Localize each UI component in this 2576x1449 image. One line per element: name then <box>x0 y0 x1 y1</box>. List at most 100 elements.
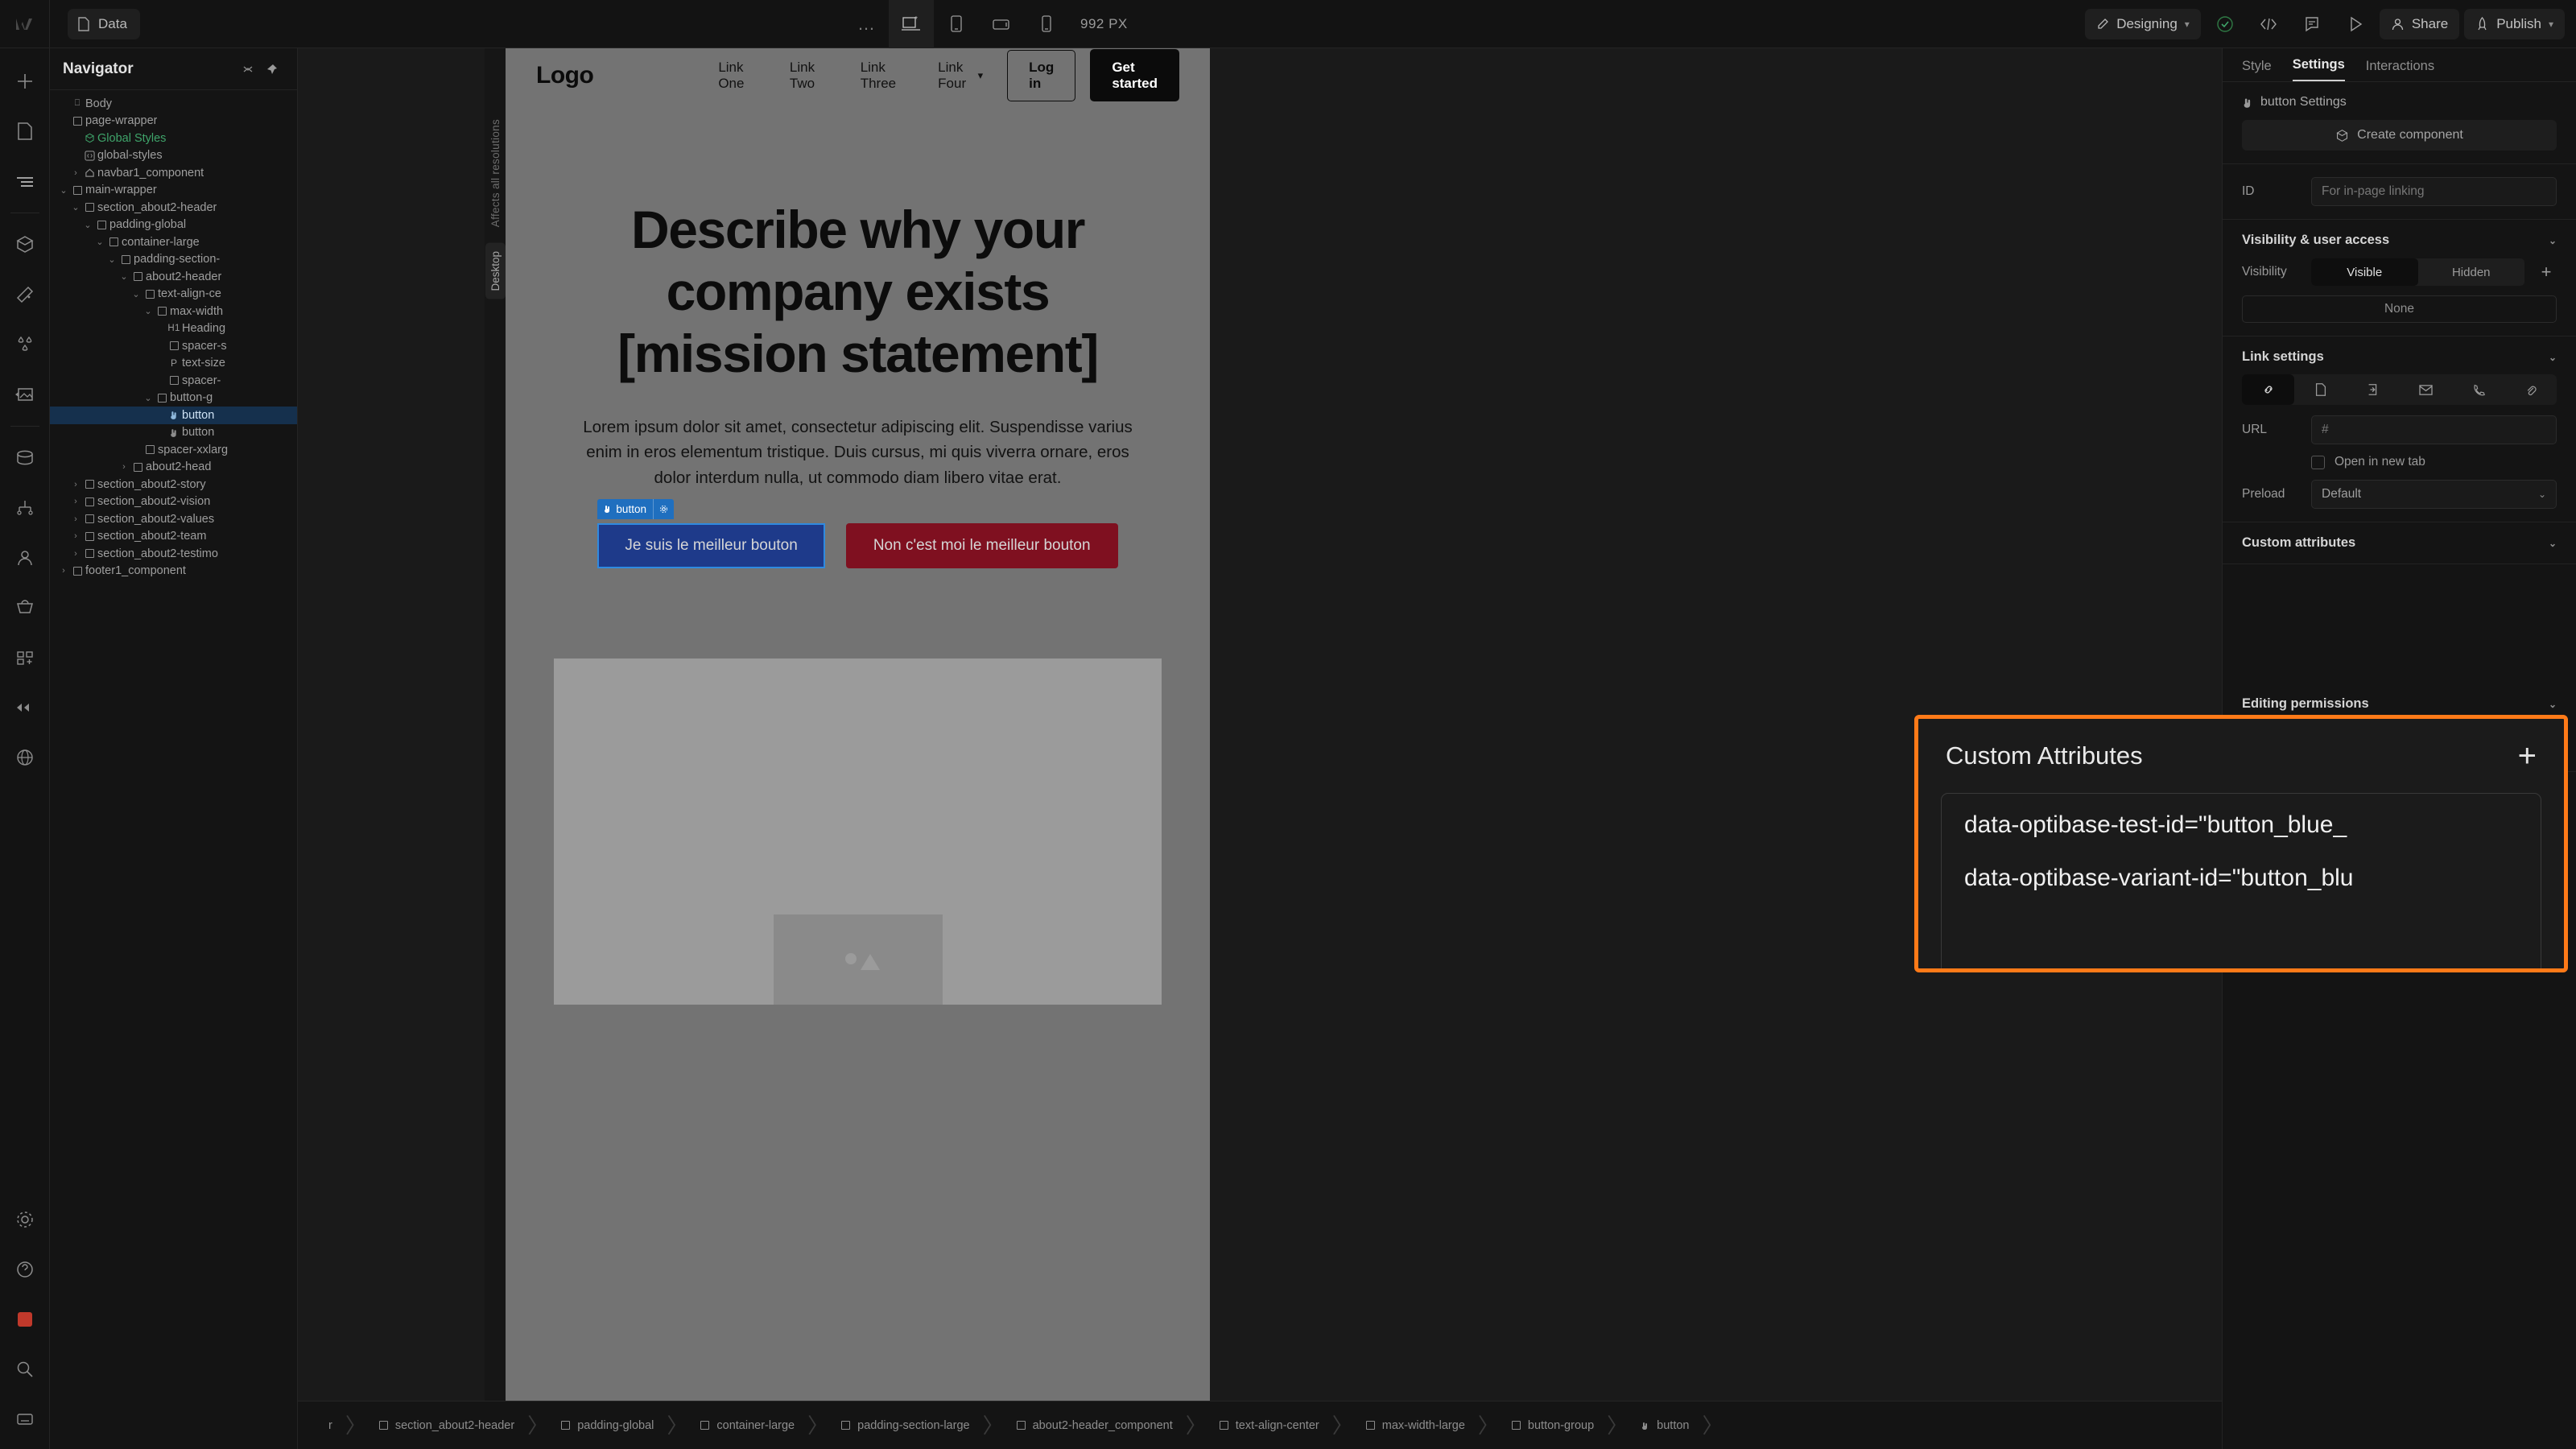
add-visibility-condition-icon[interactable]: + <box>2536 262 2557 283</box>
visibility-section-header[interactable]: Visibility & user access ⌄ <box>2242 233 2557 248</box>
navigator-item-body[interactable]: ⎕ Body <box>50 95 297 113</box>
navigator-item-page-wrapper[interactable]: page-wrapper <box>50 113 297 130</box>
navigator-item-global-styles[interactable]: global-styles <box>50 147 297 165</box>
tree-caret-icon[interactable]: ⌄ <box>70 202 81 213</box>
tree-caret-icon[interactable]: ⌄ <box>130 289 142 299</box>
navigator-item-section-about2-story[interactable]: › section_about2-story <box>50 476 297 493</box>
audit-icon[interactable] <box>0 683 50 733</box>
navigator-item-button[interactable]: button <box>50 407 297 424</box>
tree-caret-icon[interactable]: › <box>70 549 81 559</box>
assets-image-icon[interactable] <box>0 369 50 419</box>
link-type-selector[interactable] <box>2242 374 2557 405</box>
navigator-item-section-about2-header[interactable]: ⌄ section_about2-header <box>50 199 297 217</box>
pages-icon[interactable] <box>0 106 50 156</box>
navigator-item-container-large[interactable]: ⌄ container-large <box>50 233 297 251</box>
navigator-item-section-about2-testimo[interactable]: › section_about2-testimo <box>50 545 297 563</box>
apps-icon[interactable] <box>0 633 50 683</box>
webflow-logo[interactable] <box>0 0 50 48</box>
settings-gear-icon[interactable] <box>0 1195 50 1245</box>
link-file-icon[interactable] <box>2504 374 2557 405</box>
navigator-tree[interactable]: ⎕ Body page-wrapper Global Styles global-sty… <box>50 90 297 580</box>
logic-icon[interactable] <box>0 483 50 533</box>
tree-caret-icon[interactable]: ⌄ <box>142 393 154 403</box>
navigator-item-about2-head[interactable]: › about2-head <box>50 459 297 477</box>
navigator-item-section-about2-values[interactable]: › section_about2-values <box>50 510 297 528</box>
preview-play-icon[interactable] <box>2336 6 2375 42</box>
code-icon[interactable] <box>2249 6 2288 42</box>
navigator-item-section-about2-vision[interactable]: › section_about2-vision <box>50 493 297 511</box>
tree-caret-icon[interactable]: › <box>70 514 81 524</box>
breakpoint-mobile-landscape-icon[interactable] <box>979 0 1024 48</box>
id-input[interactable]: For in-page linking <box>2311 177 2557 206</box>
add-custom-attribute-icon[interactable]: + <box>2518 740 2537 772</box>
navigator-item-text-size[interactable]: Ptext-size <box>50 355 297 373</box>
tree-caret-icon[interactable]: › <box>70 168 81 178</box>
visibility-toggle[interactable]: Visible Hidden <box>2311 258 2524 286</box>
navigator-item-spacer-[interactable]: spacer- <box>50 372 297 390</box>
navigator-item-text-align-ce[interactable]: ⌄ text-align-ce <box>50 286 297 303</box>
chevron-down-icon[interactable]: ⌄ <box>2549 538 2557 549</box>
chevron-down-icon[interactable]: ⌄ <box>2549 352 2557 363</box>
nav-link-four[interactable]: Link Four ▾ <box>938 60 983 92</box>
breadcrumb-item-padding-global[interactable]: padding-global <box>548 1402 667 1449</box>
canvas-button-blue[interactable]: Je suis le meilleur bouton <box>597 522 825 568</box>
designing-mode-dropdown[interactable]: Designing ▾ <box>2085 9 2201 39</box>
users-icon[interactable] <box>0 533 50 583</box>
breadcrumb-item-max-width-large[interactable]: max-width-large <box>1353 1402 1478 1449</box>
tree-caret-icon[interactable]: ⌄ <box>142 306 154 316</box>
navigator-item-button-g[interactable]: ⌄ button-g <box>50 390 297 407</box>
navigator-item-footer1-component[interactable]: › footer1_component <box>50 563 297 580</box>
collapse-all-icon[interactable] <box>236 57 260 81</box>
tree-caret-icon[interactable]: › <box>70 531 81 541</box>
nav-link-three[interactable]: Link Three <box>861 60 902 92</box>
navigator-item-about2-header[interactable]: ⌄ about2-header <box>50 268 297 286</box>
navigator-icon[interactable] <box>0 156 50 206</box>
navigator-item-button[interactable]: button <box>50 424 297 442</box>
navigator-item-heading[interactable]: H1 Heading <box>50 320 297 338</box>
tree-caret-icon[interactable]: › <box>70 480 81 489</box>
breadcrumb-item-text-align-center[interactable]: text-align-center <box>1207 1402 1332 1449</box>
link-email-icon[interactable] <box>2400 374 2452 405</box>
breadcrumb-item-container-large[interactable]: container-large <box>687 1402 807 1449</box>
page-logo[interactable]: Logo <box>536 62 594 89</box>
link-settings-header[interactable]: Link settings ⌄ <box>2242 349 2557 365</box>
localization-icon[interactable] <box>0 733 50 782</box>
nav-link-one[interactable]: Link One <box>718 60 754 92</box>
breadcrumb-truncated[interactable]: r <box>316 1402 345 1449</box>
open-new-tab-row[interactable]: Open in new tab <box>2242 455 2557 469</box>
chevron-down-icon[interactable]: ⌄ <box>2549 235 2557 246</box>
tab-interactions[interactable]: Interactions <box>2366 59 2434 81</box>
navigator-item-spacer-xxlarg[interactable]: spacer-xxlarg <box>50 441 297 459</box>
tree-caret-icon[interactable]: ⌄ <box>58 185 69 196</box>
navigator-item-padding-section-[interactable]: ⌄ padding-section- <box>50 251 297 269</box>
get-started-button[interactable]: Get started <box>1090 49 1179 101</box>
canvas-button-red[interactable]: Non c'est moi le meilleur bouton <box>845 522 1118 568</box>
hero-heading[interactable]: Describe why your company exists [missio… <box>562 199 1154 386</box>
navigator-item-spacer-s[interactable]: spacer-s <box>50 337 297 355</box>
navigator-item-section-about2-team[interactable]: › section_about2-team <box>50 528 297 546</box>
breakpoint-mobile-portrait-icon[interactable] <box>1024 0 1069 48</box>
navigator-item-max-width[interactable]: ⌄ max-width <box>50 303 297 320</box>
navigator-item-main-wrapper[interactable]: ⌄ main-wrapper <box>50 182 297 200</box>
tree-caret-icon[interactable]: ⌄ <box>94 237 105 247</box>
link-url-icon[interactable] <box>2242 374 2295 405</box>
create-component-button[interactable]: Create component <box>2242 120 2557 151</box>
more-options-icon[interactable]: … <box>845 0 889 48</box>
custom-attributes-header[interactable]: Custom attributes ⌄ <box>2242 535 2557 551</box>
navigator-item-navbar1-component[interactable]: › navbar1_component <box>50 164 297 182</box>
navigator-item-global-styles[interactable]: Global Styles <box>50 130 297 147</box>
custom-attribute-row[interactable]: data-optibase-test-id="button_blue_ <box>1942 811 2541 839</box>
visibility-visible-option[interactable]: Visible <box>2311 258 2418 286</box>
breakpoint-tablet-icon[interactable] <box>934 0 979 48</box>
hero-paragraph[interactable]: Lorem ipsum dolor sit amet, consectetur … <box>568 415 1148 491</box>
open-new-tab-checkbox[interactable] <box>2311 455 2325 469</box>
breakpoint-desktop-icon[interactable]: * <box>889 0 934 48</box>
tree-caret-icon[interactable]: › <box>118 462 130 472</box>
tab-style[interactable]: Style <box>2242 59 2272 81</box>
user-access-value[interactable]: None <box>2242 295 2557 323</box>
styles-icon[interactable] <box>0 270 50 320</box>
link-page-icon[interactable] <box>2294 374 2347 405</box>
data-button[interactable]: Data <box>68 8 140 39</box>
tree-caret-icon[interactable]: ⌄ <box>118 271 130 282</box>
shortcuts-icon[interactable] <box>0 1394 50 1444</box>
